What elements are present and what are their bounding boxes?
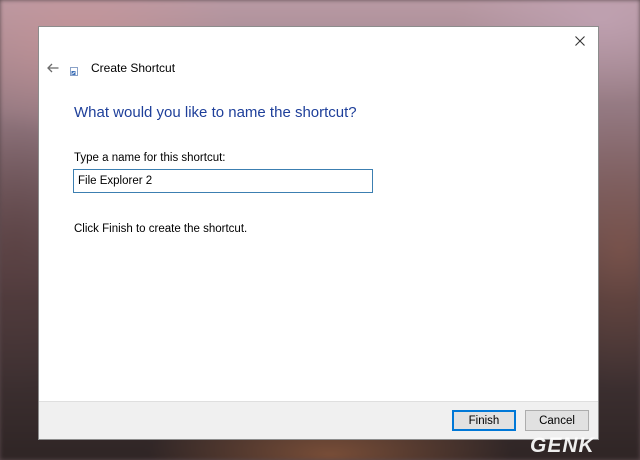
close-icon — [575, 36, 585, 46]
close-button[interactable] — [566, 29, 594, 53]
dialog-title: Create Shortcut — [91, 61, 176, 75]
back-arrow-icon — [47, 63, 59, 73]
dialog-footer: Finish Cancel — [39, 401, 598, 439]
page-heading: What would you like to name the shortcut… — [74, 104, 357, 121]
svg-text:GENK: GENK — [530, 434, 596, 456]
name-field-label: Type a name for this shortcut: — [74, 152, 226, 164]
shortcut-icon — [70, 67, 78, 76]
finish-button[interactable]: Finish — [452, 410, 516, 431]
shortcut-name-input[interactable] — [73, 169, 373, 193]
cancel-button[interactable]: Cancel — [525, 410, 589, 431]
genk-watermark-logo: GENK — [530, 434, 596, 456]
back-button[interactable] — [43, 59, 63, 77]
instruction-text: Click Finish to create the shortcut. — [74, 223, 248, 235]
create-shortcut-dialog: Create Shortcut What would you like to n… — [38, 26, 599, 440]
